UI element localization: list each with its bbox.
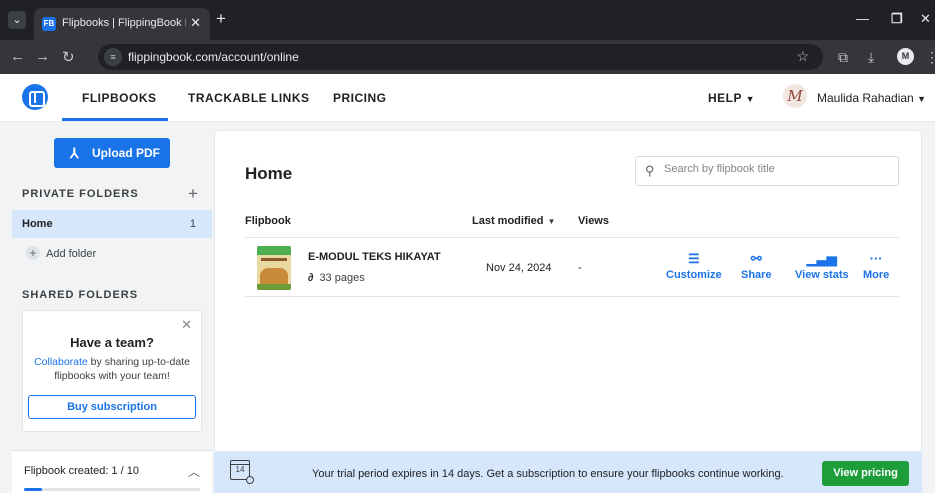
add-folder-label: Add folder [46, 248, 97, 260]
add-folder-plus-icon[interactable]: + [188, 184, 198, 204]
team-card-description: Collaborate by sharing up-to-date flipbo… [31, 355, 193, 383]
user-avatar[interactable]: M [783, 84, 807, 108]
new-tab-icon[interactable]: + [216, 9, 226, 29]
back-icon[interactable]: ← [10, 48, 25, 65]
browser-toolbar: ← → ↻ ≡ flippingbook.com/account/online … [0, 40, 935, 74]
nav-flipbooks[interactable]: FLIPBOOKS [82, 91, 157, 105]
share-icon: ⚯ [750, 251, 762, 266]
minimize-icon[interactable]: — [856, 11, 869, 26]
last-modified-value: Nov 24, 2024 [486, 262, 552, 274]
site-info-icon[interactable]: ≡ [104, 48, 122, 66]
sort-caret-icon: ▼ [547, 217, 556, 226]
folder-name: Home [22, 218, 53, 230]
window-close-icon[interactable]: ✕ [920, 11, 931, 27]
favicon-icon: FB [42, 17, 56, 31]
bar-chart-icon: ▁▃▅ [806, 251, 837, 266]
more-button[interactable]: ··· More [863, 251, 889, 281]
column-header-views: Views [578, 215, 609, 227]
flipbook-quota-fill [24, 488, 42, 491]
search-icon: ⚲ [645, 163, 655, 178]
header-divider [245, 237, 899, 238]
extensions-icon[interactable]: ⧉ [838, 49, 848, 66]
private-folders-title: PRIVATE FOLDERS [22, 188, 139, 200]
browser-tab[interactable]: FB Flipbooks | FlippingBook Personal ✕ [34, 8, 210, 40]
plus-icon: + [26, 246, 40, 260]
trial-message: Your trial period expires in 14 days. Ge… [312, 468, 784, 480]
view-stats-button[interactable]: ▁▃▅ View stats [795, 251, 849, 281]
more-label: More [863, 269, 890, 281]
clock-icon [246, 476, 254, 484]
link-icon: ∂ [308, 272, 314, 284]
chevron-down-icon: ▼ [917, 94, 926, 104]
pdf-icon: ⅄ [70, 145, 79, 161]
share-button[interactable]: ⚯ Share [741, 251, 772, 281]
row-divider [245, 296, 899, 297]
address-bar[interactable]: ≡ flippingbook.com/account/online ☆ [98, 44, 823, 70]
tab-search-icon[interactable]: ⌄ [8, 11, 26, 29]
folder-count: 1 [189, 218, 196, 230]
user-menu[interactable]: Maulida Rahadian ▼ [817, 91, 926, 105]
app-header: FLIPBOOKS TRACKABLE LINKS PRICING HELP ▼… [0, 74, 935, 122]
folder-item-home[interactable]: Home 1 [12, 210, 212, 238]
chevron-up-icon[interactable]: ︿ [188, 463, 200, 480]
upload-pdf-button[interactable]: ⅄ Upload PDF [54, 138, 170, 168]
nav-pricing[interactable]: PRICING [333, 91, 387, 105]
main-panel: Home ⚲ Flipbook Last modified▼ Views E-M… [214, 130, 922, 452]
browser-tabstrip: ⌄ FB Flipbooks | FlippingBook Personal ✕… [0, 0, 935, 40]
shared-folders-title: SHARED FOLDERS [22, 289, 139, 301]
flipbook-created-panel[interactable]: Flipbook created: 1 / 10 ︿ [12, 450, 212, 493]
close-icon[interactable]: ✕ [181, 317, 192, 333]
add-folder-button[interactable]: + Add folder [26, 246, 96, 260]
browser-menu-icon[interactable]: ⋮ [925, 49, 935, 66]
forward-icon[interactable]: → [35, 48, 50, 65]
customize-label: Customize [666, 269, 722, 281]
customize-button[interactable]: ☰ Customize [666, 251, 722, 281]
active-nav-indicator [62, 118, 168, 121]
buy-subscription-button[interactable]: Buy subscription [28, 395, 196, 419]
page-title: Home [245, 164, 293, 183]
tab-close-icon[interactable]: ✕ [190, 15, 201, 31]
views-value: - [578, 262, 582, 274]
sliders-icon: ☰ [687, 251, 700, 266]
restore-icon[interactable]: ❐ [891, 11, 903, 27]
url-text: flippingbook.com/account/online [128, 50, 299, 64]
upload-pdf-label: Upload PDF [92, 146, 160, 160]
flipbook-pages: ∂ 33 pages [308, 272, 365, 284]
reload-icon[interactable]: ↻ [62, 48, 75, 66]
view-pricing-button[interactable]: View pricing [822, 461, 909, 486]
collaborate-link[interactable]: Collaborate [34, 356, 88, 368]
column-header-last-modified[interactable]: Last modified ▼ [472, 215, 555, 227]
help-menu[interactable]: HELP ▼ [708, 91, 755, 105]
flipbook-title[interactable]: E-MODUL TEKS HIKAYAT [308, 251, 441, 263]
profile-avatar-icon[interactable]: M [897, 48, 914, 65]
search-box[interactable]: ⚲ [635, 156, 899, 186]
more-dots-icon: ··· [869, 251, 883, 266]
user-name: Maulida Rahadian [817, 91, 914, 105]
flipbook-quota-bar [24, 488, 200, 491]
download-icon[interactable]: ⤓ [868, 49, 874, 66]
last-modified-label: Last modified [472, 215, 544, 227]
trial-banner: 14 Your trial period expires in 14 days.… [214, 452, 922, 493]
share-label: Share [741, 269, 772, 281]
help-label: HELP [708, 91, 742, 105]
search-input[interactable] [664, 163, 884, 175]
team-card-title: Have a team? [70, 335, 154, 350]
tab-title: Flipbooks | FlippingBook Personal [62, 17, 186, 29]
chevron-down-icon: ▼ [745, 94, 756, 104]
nav-trackable-links[interactable]: TRACKABLE LINKS [188, 91, 310, 105]
pages-count: 33 pages [319, 272, 365, 284]
flippingbook-logo-icon[interactable] [22, 84, 48, 110]
bookmark-star-icon[interactable]: ☆ [796, 48, 809, 65]
flipbook-thumbnail[interactable] [257, 246, 291, 290]
flipbook-created-label: Flipbook created: 1 / 10 [24, 465, 139, 477]
view-stats-label: View stats [795, 269, 849, 281]
team-promo-card: ✕ Have a team? Collaborate by sharing up… [22, 310, 202, 432]
column-header-flipbook: Flipbook [245, 215, 291, 227]
sidebar: ⅄ Upload PDF PRIVATE FOLDERS + Home 1 + A… [0, 122, 214, 493]
